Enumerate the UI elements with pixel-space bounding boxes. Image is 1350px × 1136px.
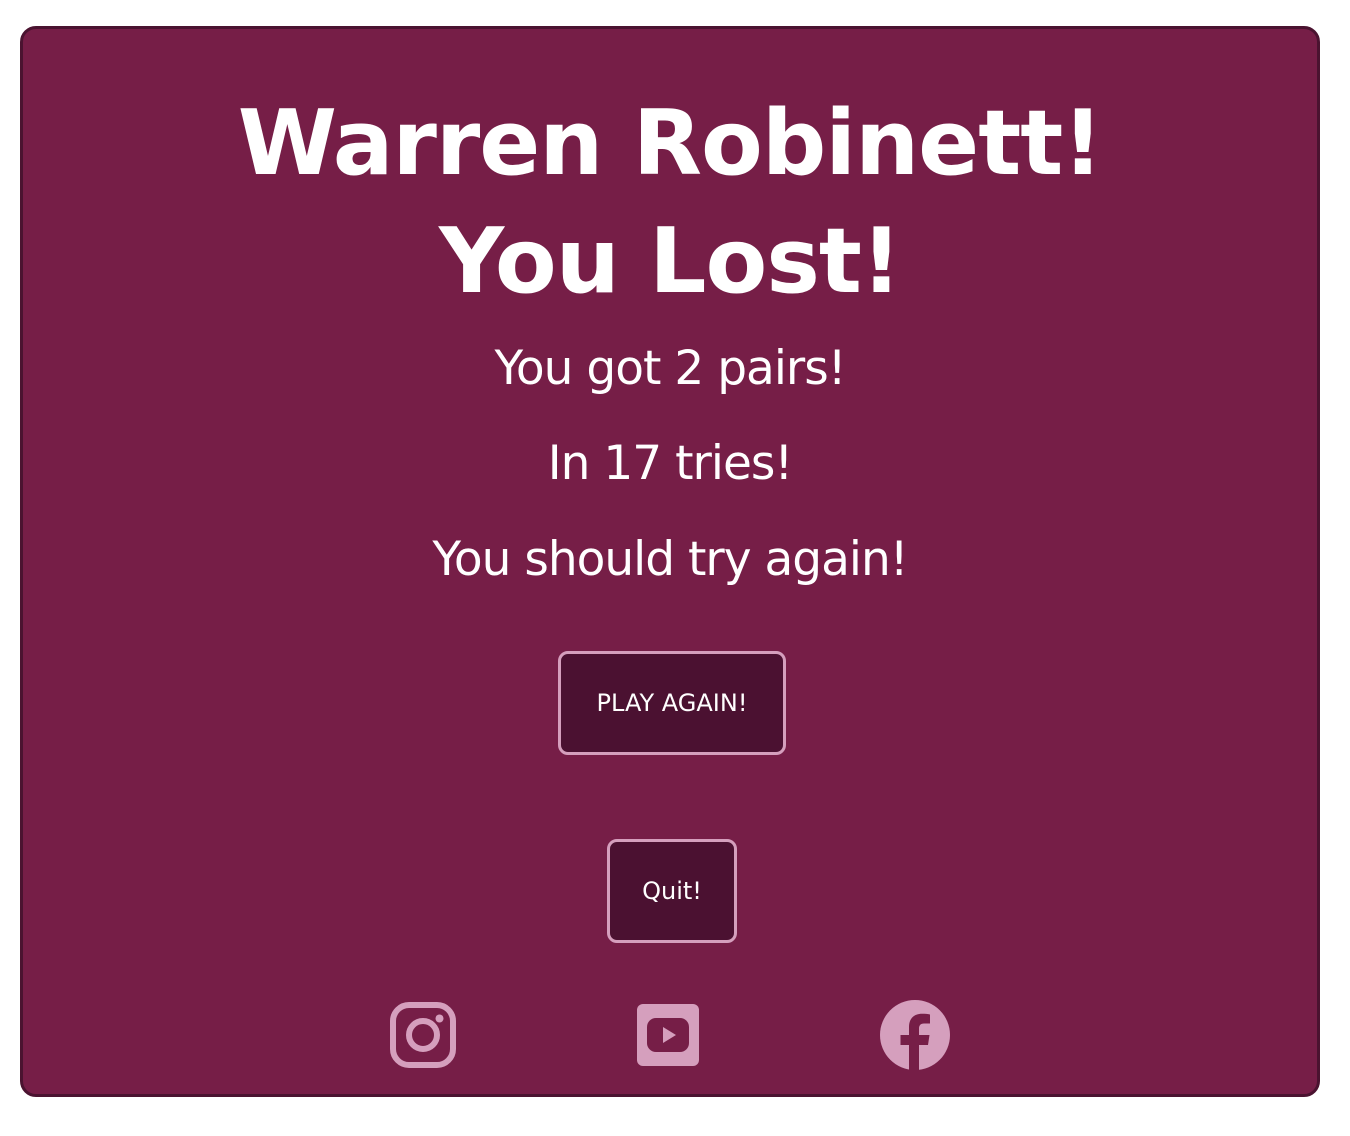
instagram-icon — [387, 999, 459, 1071]
try-again-message: You should try again! — [432, 532, 908, 587]
game-over-title: Warren Robinett! You Lost! — [237, 91, 1104, 314]
quit-button[interactable]: Quit! — [607, 839, 737, 943]
youtube-link[interactable] — [632, 999, 704, 1071]
play-again-button[interactable]: PLAY AGAIN! — [558, 651, 786, 755]
game-over-card: Warren Robinett! You Lost! You got 2 pai… — [20, 26, 1320, 1097]
pairs-count-text: You got 2 pairs! — [494, 341, 846, 396]
facebook-icon — [879, 999, 951, 1071]
facebook-link[interactable] — [879, 999, 951, 1071]
youtube-icon — [632, 999, 704, 1071]
instagram-link[interactable] — [387, 999, 459, 1071]
tries-count-text: In 17 tries! — [547, 436, 793, 491]
